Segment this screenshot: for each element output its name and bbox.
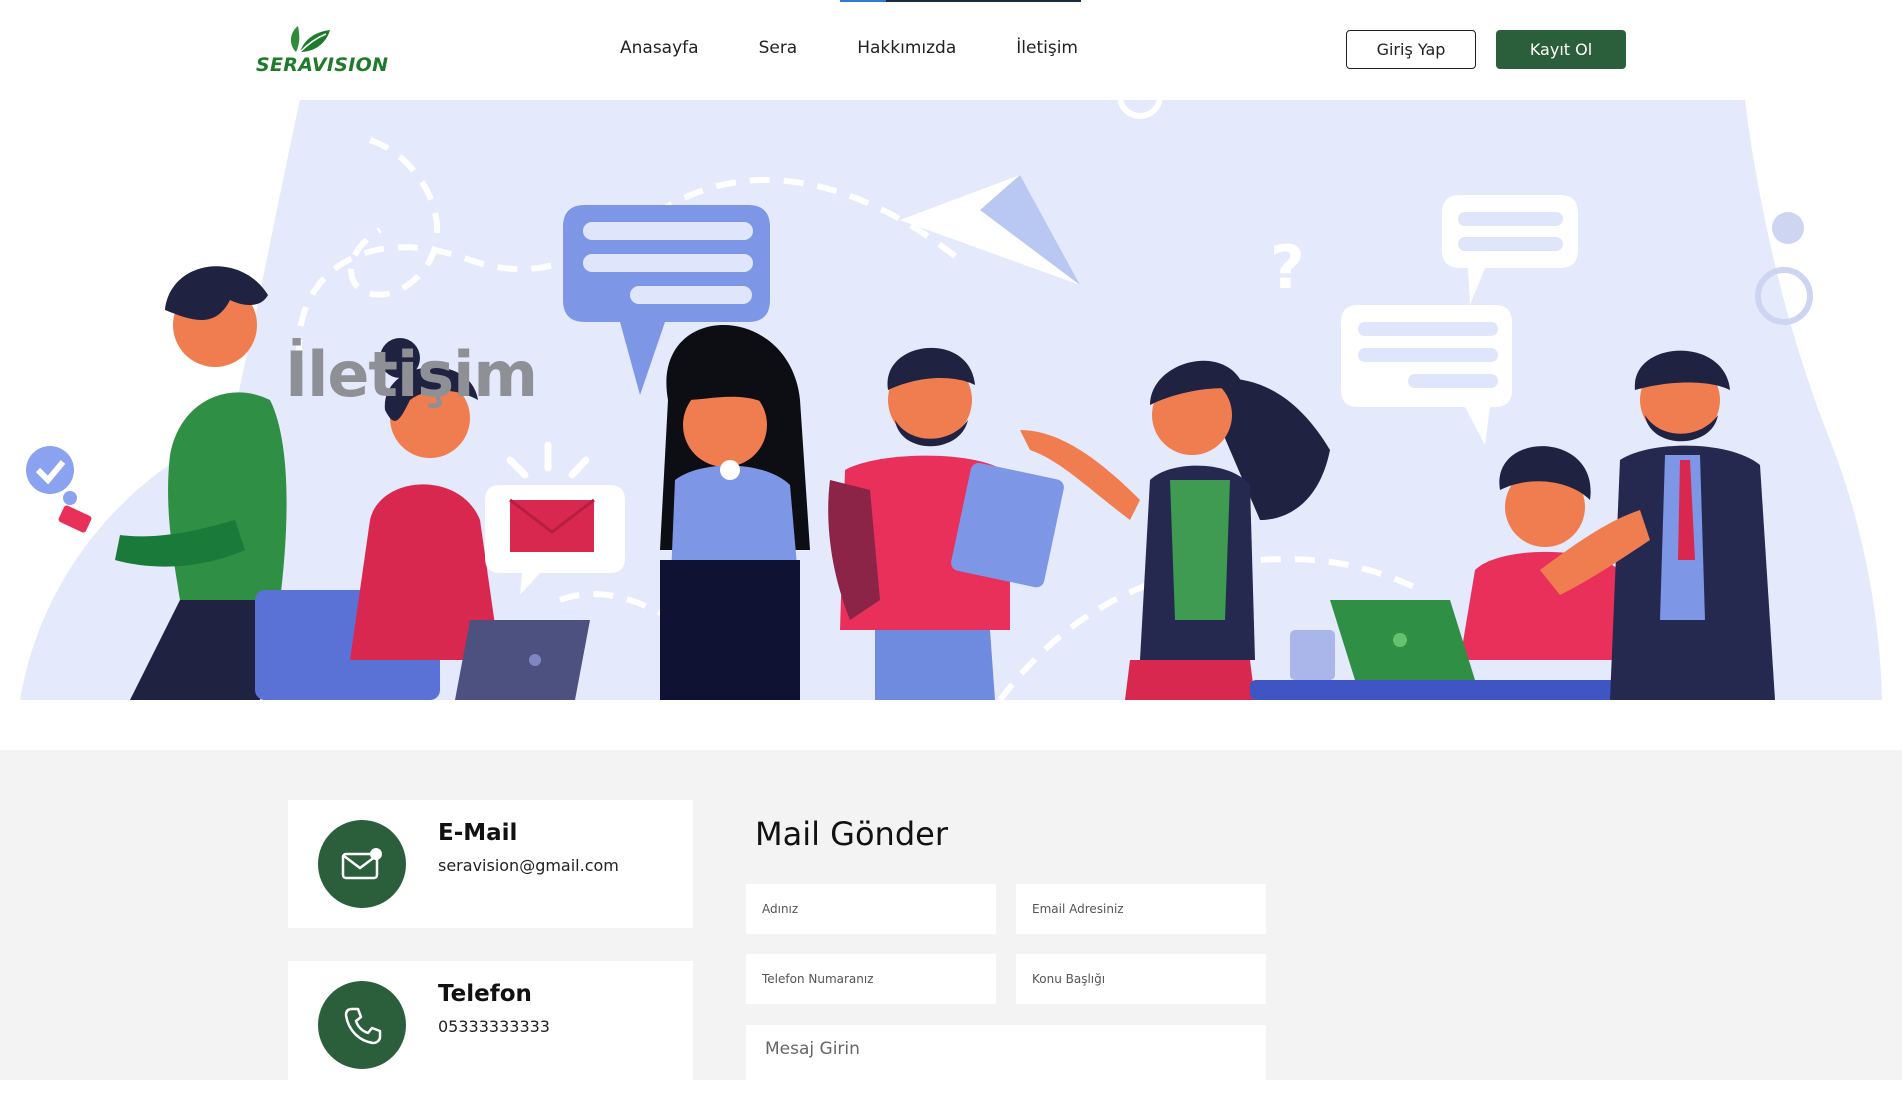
nav-item-sera[interactable]: Sera [759, 38, 798, 58]
login-button[interactable]: Giriş Yap [1346, 30, 1476, 69]
site-header: SERAVISION Anasayfa Sera Hakkımızda İlet… [0, 0, 1902, 100]
mail-icon [318, 820, 406, 908]
email-info-card: E-Mail seravision@gmail.com [288, 800, 693, 928]
name-input[interactable] [746, 884, 996, 934]
email-input[interactable] [1016, 884, 1266, 934]
main-nav: Anasayfa Sera Hakkımızda İletişim [620, 38, 1138, 58]
nav-item-contact[interactable]: İletişim [1016, 38, 1078, 58]
message-textarea[interactable] [746, 1025, 1266, 1095]
phone-info-card: Telefon 05333333333 [288, 961, 693, 1091]
contact-section: E-Mail seravision@gmail.com Telefon 0533… [0, 750, 1902, 1095]
hero-banner: ? İletişim [0, 100, 1902, 700]
phone-icon [318, 981, 406, 1069]
brand-logo[interactable]: SERAVISION [256, 22, 388, 80]
email-title: E-Mail [438, 820, 518, 846]
subject-input[interactable] [1016, 954, 1266, 1004]
email-value: seravision@gmail.com [438, 856, 619, 875]
phone-value: 05333333333 [438, 1017, 550, 1036]
form-title: Mail Gönder [755, 815, 948, 853]
phone-input[interactable] [746, 954, 996, 1004]
leaf-icon [290, 26, 330, 53]
hero-title: İletişim [285, 338, 538, 411]
register-button[interactable]: Kayıt Ol [1496, 30, 1626, 69]
nav-item-about[interactable]: Hakkımızda [857, 38, 956, 58]
svg-text:?: ? [1270, 233, 1305, 303]
brand-name: SERAVISION [256, 54, 389, 76]
nav-active-indicator [840, 0, 1081, 2]
nav-item-home[interactable]: Anasayfa [620, 38, 699, 58]
phone-title: Telefon [438, 981, 532, 1007]
